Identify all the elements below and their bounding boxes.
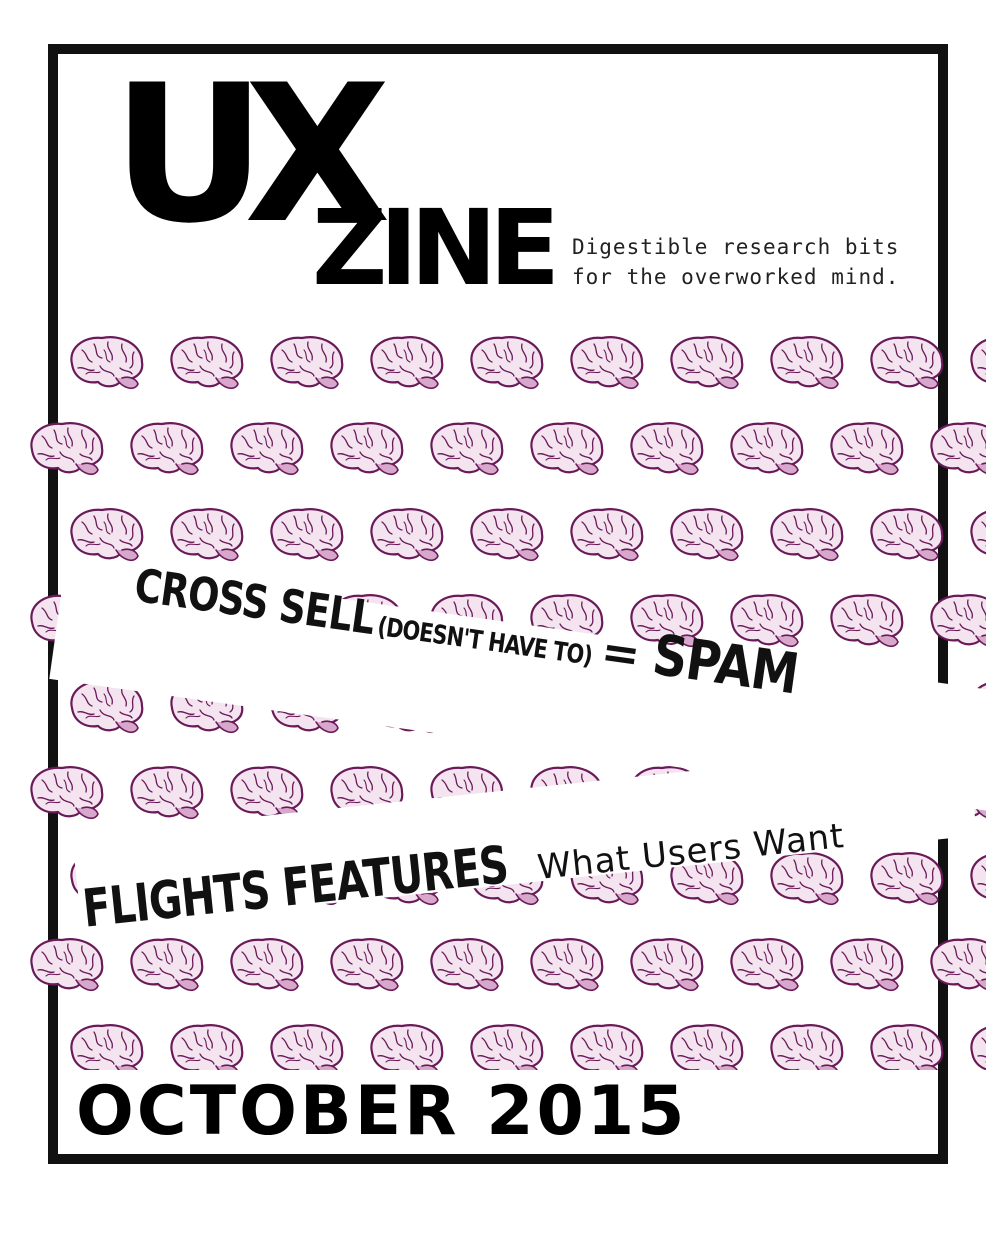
brain-icon — [370, 336, 444, 390]
brain-icon — [430, 938, 504, 992]
brain-icon — [330, 938, 404, 992]
brain-icon — [70, 336, 144, 390]
brain-icon — [670, 1024, 744, 1070]
brain-icon — [270, 1024, 344, 1070]
logo-zine: ZINE — [312, 187, 560, 309]
brain-icon — [770, 508, 844, 562]
brain-icon — [830, 938, 904, 992]
brain-icon — [170, 1024, 244, 1070]
brain-icon — [870, 1024, 944, 1070]
brain-icon — [230, 938, 304, 992]
brain-icon — [430, 422, 504, 476]
brain-icon — [970, 855, 986, 899]
brain-icon — [530, 422, 604, 476]
issue-date: OCTOBER 2015 — [76, 1072, 688, 1151]
brain-icon — [570, 1024, 644, 1070]
brain-icon — [30, 766, 104, 820]
brain-icon — [770, 1024, 844, 1070]
tagline-line-2: for the overworked mind. — [572, 265, 900, 289]
brain-icon — [970, 339, 986, 383]
brain-icon — [230, 422, 304, 476]
brain-icon — [470, 336, 544, 390]
brain-icon — [130, 766, 204, 820]
brain-icon — [130, 938, 204, 992]
brain-icon — [370, 1024, 444, 1070]
brain-icon — [870, 508, 944, 562]
brain-icon — [830, 422, 904, 476]
brain-icon — [170, 336, 244, 390]
brain-icon — [130, 422, 204, 476]
tagline-line-1: Digestible research bits — [572, 235, 900, 259]
headline-cross-sell-equals: = — [597, 623, 643, 683]
brain-icon — [730, 938, 804, 992]
brain-icon — [70, 508, 144, 562]
brain-icon — [30, 938, 104, 992]
brain-icon — [470, 508, 544, 562]
brain-icon — [970, 1027, 986, 1070]
brain-icon — [70, 1024, 144, 1070]
brain-icon — [830, 594, 904, 648]
brain-icon — [870, 336, 944, 390]
brain-icon — [470, 1024, 544, 1070]
brain-icon — [330, 422, 404, 476]
brain-icon — [270, 508, 344, 562]
brain-icon — [670, 508, 744, 562]
brain-icon — [670, 336, 744, 390]
tagline: Digestible research bits for the overwor… — [572, 232, 952, 292]
brain-icon — [930, 938, 986, 990]
brain-icon — [530, 938, 604, 992]
brain-icon — [570, 508, 644, 562]
brain-icon — [930, 422, 986, 474]
brain-icon — [630, 422, 704, 476]
brain-icon — [930, 594, 986, 646]
brain-icon — [730, 422, 804, 476]
brain-icon — [30, 422, 104, 476]
brain-icon — [970, 511, 986, 555]
brain-icon — [870, 852, 944, 906]
brain-icon — [270, 336, 344, 390]
brain-icon — [630, 938, 704, 992]
brain-icon — [770, 336, 844, 390]
brain-icon — [570, 336, 644, 390]
brain-icon — [370, 508, 444, 562]
